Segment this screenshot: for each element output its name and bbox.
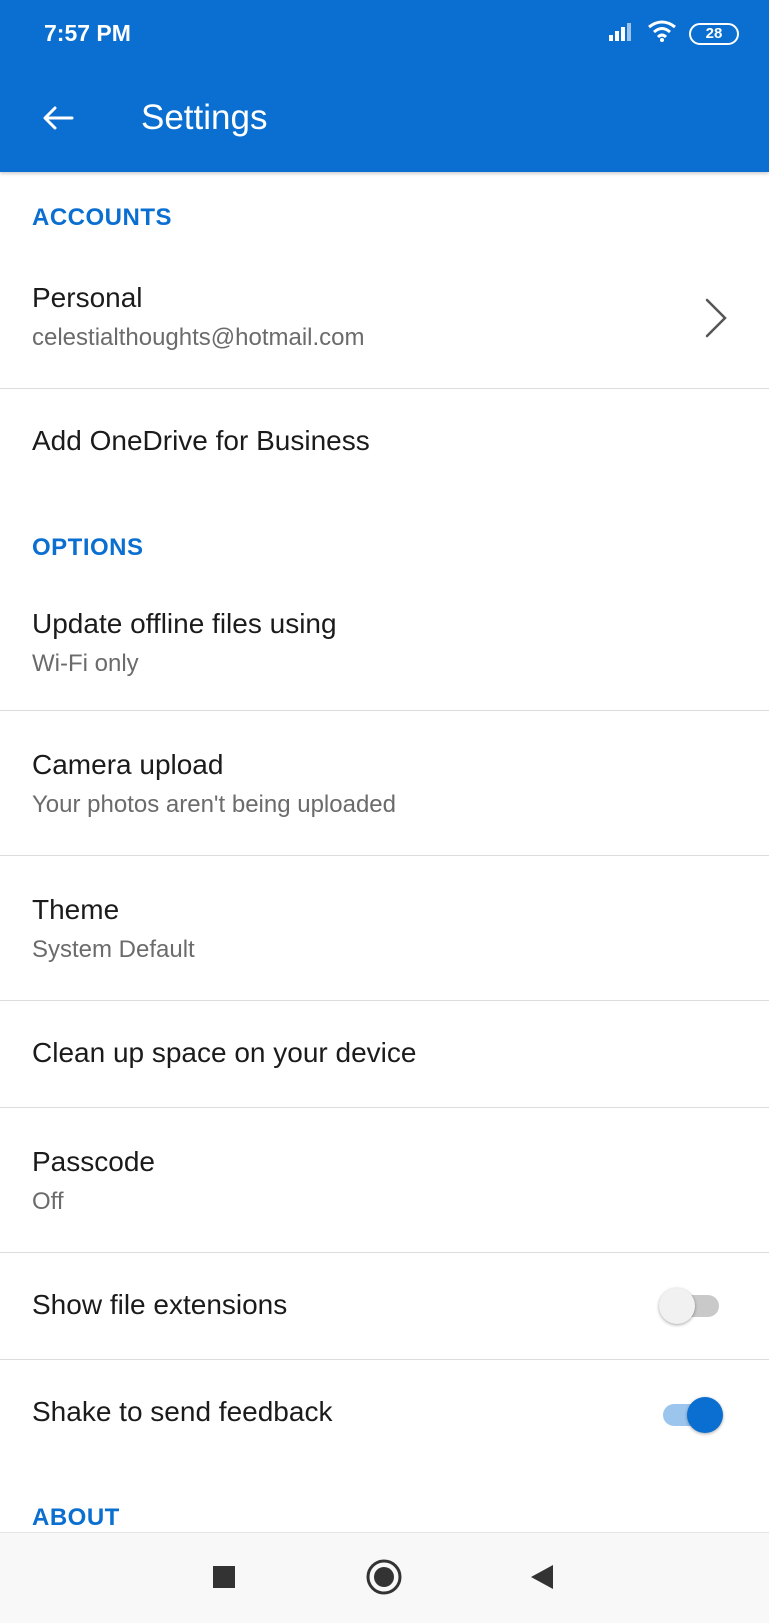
shake-feedback-label: Shake to send feedback	[32, 1396, 333, 1427]
clean-up-space-row[interactable]: Clean up space on your device	[0, 1001, 769, 1107]
show-file-extensions-toggle[interactable]	[659, 1285, 721, 1325]
home-circle-icon	[365, 1558, 403, 1601]
shake-feedback-row[interactable]: Shake to send feedback	[0, 1360, 769, 1466]
camera-upload-row[interactable]: Camera upload Your photos aren't being u…	[0, 711, 769, 855]
camera-upload-title: Camera upload	[32, 749, 224, 780]
theme-value: System Default	[32, 936, 195, 963]
theme-title: Theme	[32, 894, 120, 925]
passcode-value: Off	[32, 1188, 64, 1215]
toggle-thumb	[687, 1397, 723, 1433]
show-file-extensions-row[interactable]: Show file extensions	[0, 1253, 769, 1359]
status-time: 7:57 PM	[44, 20, 131, 46]
recents-button[interactable]	[200, 1555, 248, 1603]
add-onedrive-business-label: Add OneDrive for Business	[32, 425, 370, 456]
shake-feedback-toggle[interactable]	[659, 1394, 723, 1434]
chevron-right-icon	[703, 296, 729, 340]
back-button[interactable]	[30, 92, 86, 148]
section-header-accounts: ACCOUNTS	[32, 204, 172, 231]
battery-icon: 28	[689, 22, 739, 45]
camera-upload-status: Your photos aren't being uploaded	[32, 791, 396, 818]
account-personal-row[interactable]: Personal celestialthoughts@hotmail.com	[0, 264, 769, 388]
passcode-row[interactable]: Passcode Off	[0, 1108, 769, 1252]
app-bar: Settings	[0, 68, 769, 172]
account-personal-title: Personal	[32, 282, 143, 313]
back-triangle-icon	[529, 1563, 555, 1596]
recents-square-icon	[212, 1565, 236, 1594]
add-onedrive-business-row[interactable]: Add OneDrive for Business	[0, 389, 769, 497]
status-bar: 7:57 PM 28	[0, 0, 769, 68]
wifi-icon	[647, 20, 677, 47]
page-title: Settings	[141, 98, 268, 137]
battery-level: 28	[705, 25, 723, 42]
offline-files-row[interactable]: Update offline files using Wi-Fi only	[0, 590, 769, 710]
show-file-extensions-label: Show file extensions	[32, 1289, 288, 1320]
system-nav-bar	[0, 1532, 769, 1623]
toggle-thumb	[659, 1288, 695, 1324]
theme-row[interactable]: Theme System Default	[0, 856, 769, 1000]
status-icons: 28	[609, 20, 739, 47]
nav-back-button[interactable]	[518, 1555, 566, 1603]
section-header-about: ABOUT	[32, 1504, 120, 1531]
passcode-title: Passcode	[32, 1146, 155, 1177]
account-personal-email: celestialthoughts@hotmail.com	[32, 324, 365, 351]
arrow-left-icon	[42, 105, 74, 136]
clean-up-space-label: Clean up space on your device	[32, 1037, 417, 1068]
section-header-options: OPTIONS	[32, 534, 144, 561]
offline-files-title: Update offline files using	[32, 608, 337, 639]
offline-files-value: Wi-Fi only	[32, 650, 139, 677]
signal-icon	[609, 21, 635, 46]
home-button[interactable]	[360, 1555, 408, 1603]
